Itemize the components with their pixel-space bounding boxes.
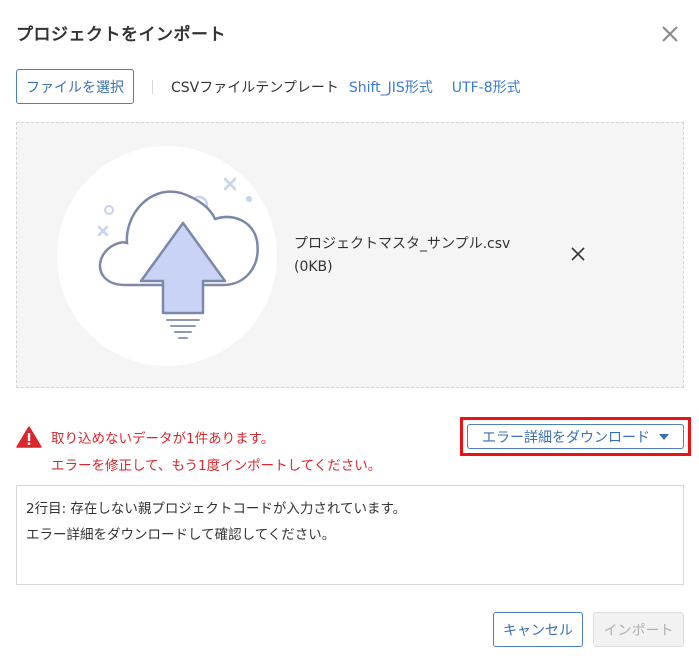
select-file-button[interactable]: ファイルを選択 (16, 69, 134, 104)
uploaded-file-size: (0KB) (294, 259, 333, 275)
error-message-line1: 取り込めないデータが1件あります。 (51, 431, 275, 447)
error-detail-line: エラー詳細をダウンロードして確認してください。 (26, 527, 336, 543)
toolbar-divider (152, 79, 153, 94)
template-label: CSVファイルテンプレート (171, 79, 339, 96)
close-icon[interactable] (656, 20, 684, 48)
caret-down-icon (659, 433, 669, 440)
download-error-details-button[interactable]: エラー詳細をダウンロード (467, 424, 684, 449)
error-message-line2: エラーを修正して、もう1度インポートしてください。 (51, 458, 382, 474)
utf8-template-link[interactable]: UTF-8形式 (452, 77, 521, 97)
error-detail-line: 2行目: 存在しない親プロジェクトコードが入力されています。 (26, 501, 407, 517)
cancel-button[interactable]: キャンセル (493, 612, 583, 647)
remove-file-close-icon[interactable] (569, 245, 587, 263)
error-detail-box: 2行目: 存在しない親プロジェクトコードが入力されています。 エラー詳細をダウン… (16, 485, 684, 585)
dialog-title: プロジェクトをインポート (16, 25, 226, 45)
uploaded-file-name: プロジェクトマスタ_サンプル.csv (294, 236, 511, 252)
cloud-upload-icon (97, 177, 259, 339)
warning-icon (16, 426, 42, 448)
import-button[interactable]: インポート (593, 612, 684, 647)
template-toolbar: ファイルを選択 CSVファイルテンプレート Shift_JIS形式 UTF-8形… (16, 69, 521, 104)
file-dropzone[interactable]: プロジェクトマスタ_サンプル.csv (0KB) (16, 122, 684, 388)
download-error-details-label: エラー詳細をダウンロード (482, 429, 650, 446)
shift-jis-template-link[interactable]: Shift_JIS形式 (349, 77, 433, 97)
